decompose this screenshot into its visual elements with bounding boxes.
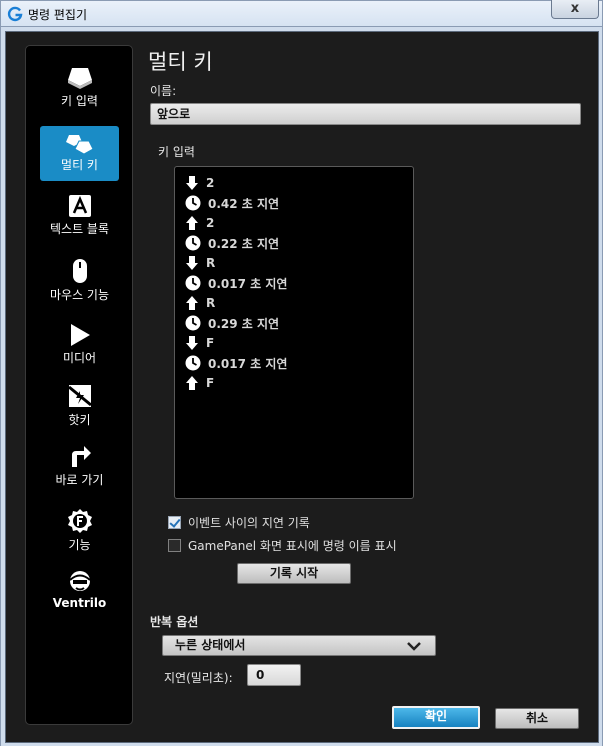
key-event-text: 2 (206, 176, 215, 190)
sidebar-item-shortcut[interactable]: 바로 가기 (40, 443, 119, 498)
list-item[interactable]: 0.42 초 지연 (185, 194, 279, 212)
list-item[interactable]: R (185, 294, 215, 312)
key-event-text: F (206, 376, 215, 390)
list-item[interactable]: F (185, 334, 214, 352)
record-delays-label: 이벤트 사이의 지연 기록 (188, 516, 310, 530)
sidebar-item-hotkey[interactable]: 핫키 (40, 383, 119, 438)
play-icon (70, 324, 90, 346)
key-event-text: 0.017 초 지연 (208, 276, 288, 291)
up-arrow-icon (186, 216, 198, 230)
command-type-sidebar: 키 입력 멀티 키 텍스트 블록 마우스 기능 미디어 핫키 바로 가기 기능 … (25, 45, 133, 725)
repeat-options-label: 반복 옵션 (150, 615, 199, 629)
sidebar-item-mouse[interactable]: 마우스 기능 (40, 258, 119, 313)
list-item[interactable]: 0.29 초 지연 (185, 314, 279, 332)
list-item[interactable]: 2 (185, 174, 214, 192)
list-item[interactable]: 2 (185, 214, 214, 232)
name-input[interactable]: 앞으로 (150, 103, 581, 125)
sidebar-item-label: 마우스 기능 (49, 288, 109, 302)
up-arrow-icon (186, 376, 198, 390)
sidebar-item-multikey[interactable]: 멀티 키 (40, 126, 119, 181)
key-event-text: R (206, 256, 216, 270)
key-event-text: 0.42 초 지연 (208, 196, 280, 211)
hotkey-icon (67, 385, 92, 407)
sidebar-item-keystroke[interactable]: 키 입력 (40, 64, 119, 119)
clock-icon (185, 315, 201, 331)
list-item[interactable]: F (185, 374, 214, 392)
function-f-icon (67, 509, 92, 533)
gamepanel-label: GamePanel 화면 표시에 명령 이름 표시 (188, 539, 397, 553)
chevron-down-icon (407, 642, 421, 651)
close-button[interactable]: x (551, 0, 599, 19)
key-event-text: R (206, 296, 216, 310)
key-event-text: 2 (206, 216, 215, 230)
sidebar-item-label: 키 입력 (61, 94, 98, 108)
clock-icon (185, 275, 201, 291)
cancel-button[interactable]: 취소 (495, 708, 579, 729)
record-delays-checkbox[interactable] (168, 516, 181, 529)
down-arrow-icon (186, 176, 198, 190)
headset-icon (68, 571, 91, 591)
sidebar-item-function[interactable]: 기능 (40, 508, 119, 563)
sidebar-item-label: 바로 가기 (55, 473, 104, 487)
logitech-g-icon (7, 6, 23, 22)
clock-icon (185, 235, 201, 251)
delay-ms-input[interactable]: 0 (247, 664, 301, 686)
list-item[interactable]: 0.017 초 지연 (185, 354, 287, 372)
mouse-icon (72, 259, 87, 283)
ok-button[interactable]: 확인 (392, 706, 480, 729)
clock-icon (185, 355, 201, 371)
window-title: 명령 편집기 (28, 8, 88, 22)
repeat-mode-value: 누른 상태에서 (175, 638, 246, 652)
delay-label: 지연(밀리초): (164, 671, 233, 685)
sidebar-item-text-block[interactable]: 텍스트 블록 (40, 194, 119, 249)
up-arrow-icon (186, 296, 198, 310)
sidebar-item-label: 텍스트 블록 (49, 222, 109, 236)
clock-icon (185, 195, 201, 211)
keystroke-list[interactable]: 2 0.42 초 지연 2 0.22 초 지연 R 0.017 초 지연 R 0… (174, 166, 414, 499)
key-event-text: F (206, 336, 215, 350)
keycap-icon (67, 68, 92, 89)
list-item[interactable]: 0.017 초 지연 (185, 274, 287, 292)
gamepanel-option[interactable]: GamePanel 화면 표시에 명령 이름 표시 (168, 537, 397, 554)
record-delays-option[interactable]: 이벤트 사이의 지연 기록 (168, 514, 310, 531)
key-event-text: 0.29 초 지연 (208, 316, 280, 331)
gamepanel-checkbox[interactable] (168, 539, 181, 552)
multikey-icon (65, 135, 94, 155)
sidebar-item-label: 미디어 (62, 351, 97, 365)
start-recording-button[interactable]: 기록 시작 (237, 563, 351, 584)
keystroke-list-label: 키 입력 (158, 145, 195, 159)
list-item[interactable]: R (185, 254, 215, 272)
down-arrow-icon (186, 336, 198, 350)
sidebar-item-label: Ventrilo (52, 596, 107, 610)
key-event-text: 0.017 초 지연 (208, 356, 288, 371)
key-event-text: 0.22 초 지연 (208, 236, 280, 251)
shortcut-arrow-icon (71, 446, 91, 467)
text-a-icon (68, 195, 91, 217)
repeat-mode-select[interactable]: 누른 상태에서 (162, 635, 436, 656)
down-arrow-icon (186, 256, 198, 270)
sidebar-item-label: 멀티 키 (61, 158, 98, 172)
sidebar-item-label: 기능 (68, 538, 91, 552)
page-title: 멀티 키 (148, 50, 213, 74)
name-label: 이름: (150, 84, 177, 98)
sidebar-item-label: 핫키 (68, 413, 91, 427)
list-item[interactable]: 0.22 초 지연 (185, 234, 279, 252)
sidebar-item-media[interactable]: 미디어 (40, 323, 119, 378)
window-titlebar: 명령 편집기 x (0, 0, 603, 27)
sidebar-item-ventrilo[interactable]: Ventrilo (40, 568, 119, 623)
